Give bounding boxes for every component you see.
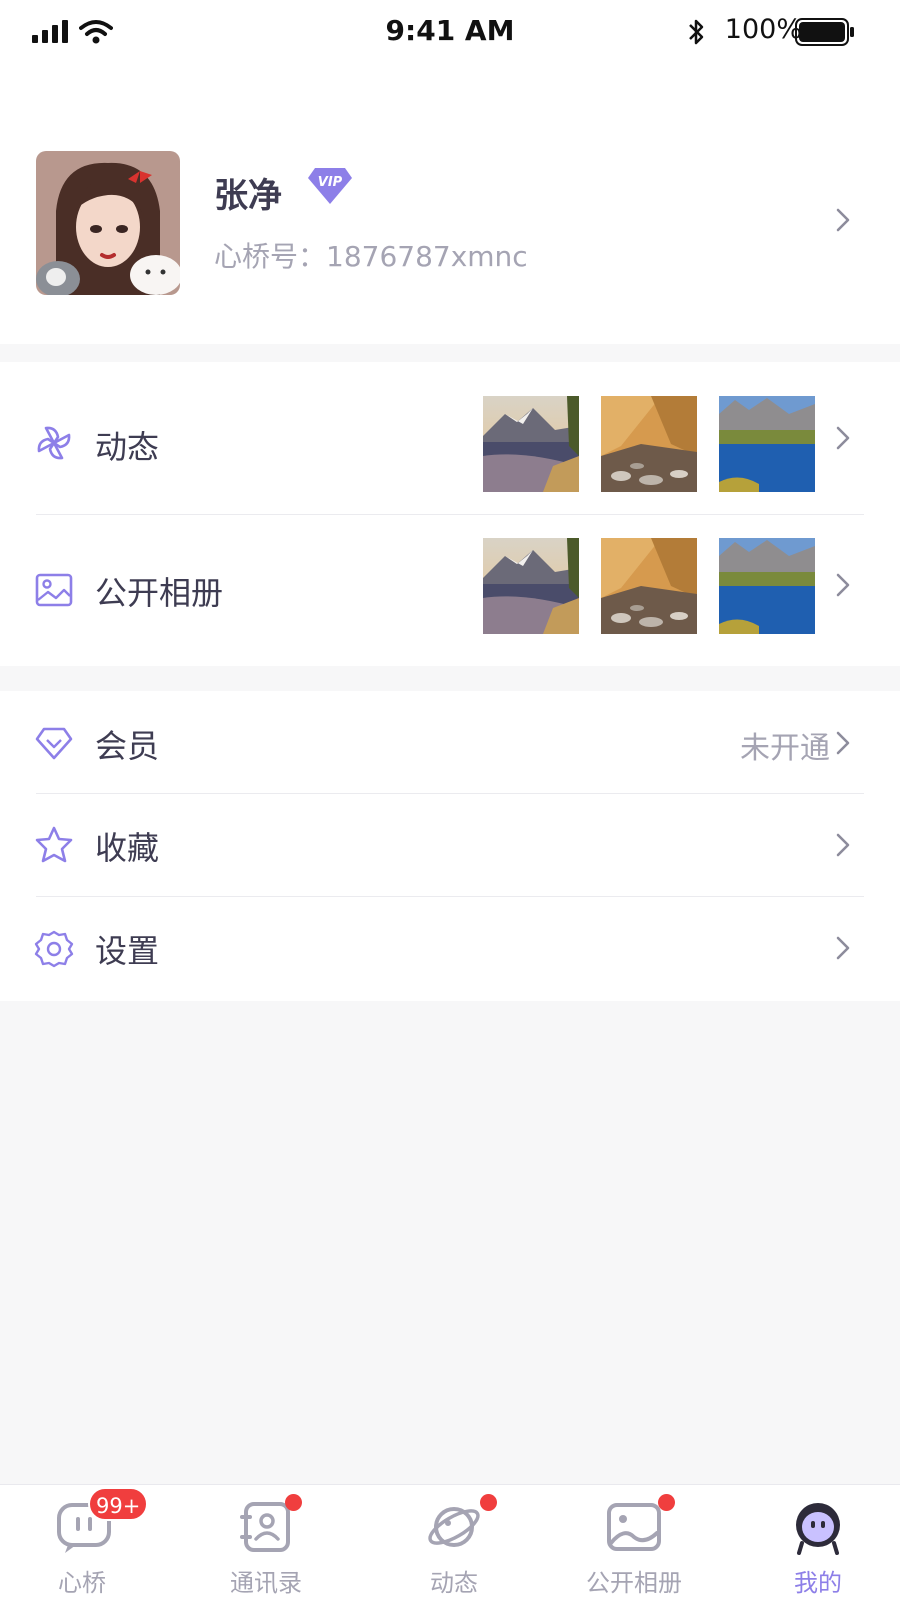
profile-id: 心桥号：1876787xmnc (214, 240, 528, 273)
battery-icon (795, 18, 854, 46)
avatar[interactable] (36, 151, 180, 295)
thumb-lake-mountain-1[interactable] (483, 396, 579, 492)
row-favorites[interactable]: 收藏 (0, 793, 900, 896)
profile-header[interactable]: 张净 VIP 心桥号：1876787xmnc (0, 64, 900, 344)
row-member[interactable]: 会员 未开通 (0, 691, 900, 793)
thumb-lake-mountain-2[interactable] (483, 538, 579, 634)
thumb-golden-valley-1[interactable] (601, 396, 697, 492)
media-card: 动态 公开相册 (0, 362, 900, 666)
unread-badge: 99+ (88, 1487, 149, 1521)
row-label-album: 公开相册 (95, 574, 224, 612)
row-label-member: 会员 (95, 727, 160, 765)
tab-album[interactable]: 公开相册 (544, 1485, 724, 1601)
notification-dot (480, 1494, 497, 1511)
row-album[interactable]: 公开相册 (0, 514, 900, 666)
thumb-blue-lake-1[interactable] (719, 396, 815, 492)
chevron-right-icon (836, 833, 850, 857)
tab-label: 公开相册 (586, 1569, 682, 1597)
thumb-blue-lake-2[interactable] (719, 538, 815, 634)
status-bar: 9:41 AM 100% (0, 0, 900, 64)
tab-xinqiao[interactable]: 99+ 心桥 (0, 1485, 180, 1601)
member-status: 未开通 (740, 731, 830, 766)
tab-contacts[interactable]: 通讯录 (176, 1485, 356, 1601)
pinwheel-icon (37, 426, 71, 460)
tab-label: 心桥 (58, 1569, 106, 1597)
notification-dot (658, 1494, 675, 1511)
profile-name: 张净 (214, 176, 282, 216)
album-icon (607, 1503, 661, 1551)
chevron-right-icon (836, 731, 850, 755)
planet-icon (428, 1507, 480, 1547)
gear-icon (34, 930, 74, 968)
battery-percent: 100% (724, 14, 802, 45)
row-label-favorites: 收藏 (95, 829, 160, 867)
tab-label: 我的 (794, 1569, 842, 1597)
chevron-right-icon (836, 936, 850, 960)
tab-label: 动态 (430, 1569, 478, 1597)
chevron-right-icon (836, 426, 850, 450)
row-label-settings: 设置 (95, 932, 160, 970)
notification-dot (285, 1494, 302, 1511)
profile-avatar-icon (796, 1503, 840, 1555)
vip-badge-icon: VIP (308, 168, 352, 204)
tab-label: 通讯录 (230, 1569, 302, 1597)
vip-badge-text: VIP (318, 175, 343, 190)
chevron-right-icon (836, 573, 850, 597)
tab-dongtai[interactable]: 动态 (364, 1485, 544, 1601)
chevron-right-icon (836, 208, 850, 232)
bluetooth-icon (689, 19, 704, 45)
row-dongtai[interactable]: 动态 (0, 362, 900, 514)
row-label-dongtai: 动态 (95, 428, 160, 466)
settings-card: 会员 未开通 收藏 设置 (0, 691, 900, 1001)
tab-bar: 99+ 心桥 通讯录 动态 公开相册 我的 (0, 1484, 900, 1601)
row-settings[interactable]: 设置 (0, 896, 900, 1001)
image-icon (35, 573, 73, 607)
diamond-icon (35, 727, 73, 760)
star-icon (35, 826, 73, 863)
tab-mine[interactable]: 我的 (728, 1485, 900, 1601)
thumb-golden-valley-2[interactable] (601, 538, 697, 634)
